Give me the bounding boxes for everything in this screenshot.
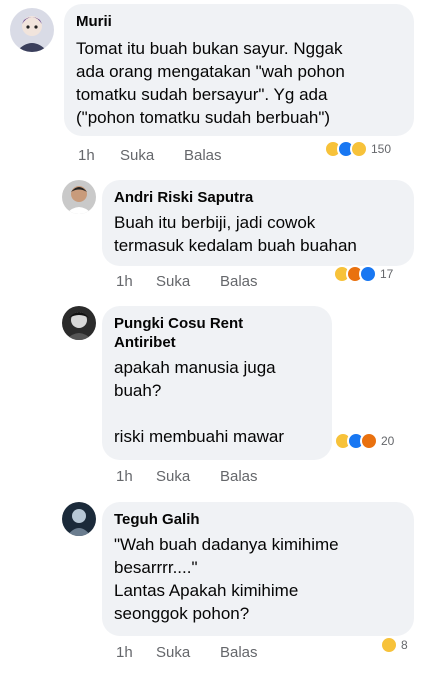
reaction-count: 17 — [380, 267, 394, 281]
comment-teguh: Teguh Galih "Wah buah dadanya kimihime b… — [0, 500, 431, 675]
comment-bubble: Andri Riski Saputra Buah itu berbiji, ja… — [102, 180, 414, 266]
comment-thread: Murii Tomat itu buah bukan sayur. Nggak … — [0, 0, 431, 675]
avatar-icon — [10, 8, 54, 52]
comment-text: Tomat itu buah bukan sayur. Nggak ada or… — [76, 39, 345, 127]
angry-reaction-icon — [360, 432, 378, 450]
avatar-icon — [62, 306, 96, 340]
like-button[interactable]: Suka — [120, 147, 184, 164]
comment-bubble: Teguh Galih "Wah buah dadanya kimihime b… — [102, 502, 414, 636]
reaction-count: 8 — [401, 638, 408, 652]
avatar[interactable] — [62, 180, 96, 214]
comment-author[interactable]: Teguh Galih — [114, 510, 402, 529]
comment-time[interactable]: 1h — [116, 273, 156, 290]
comment-bubble: Pungki Cosu Rent Antiribet apakah manusi… — [102, 306, 332, 460]
care-reaction-icon — [350, 140, 368, 158]
reaction-summary[interactable]: 17 — [333, 265, 393, 283]
comment-murii: Murii Tomat itu buah bukan sayur. Nggak … — [0, 0, 431, 170]
reply-button[interactable]: Balas — [184, 147, 222, 164]
comment-text: apakah manusia juga buah? riski membuahi… — [114, 358, 285, 446]
comment-actions: 1h Suka Balas — [116, 273, 258, 290]
reaction-count: 150 — [371, 142, 392, 156]
comment-actions: 1h Suka Balas — [116, 468, 258, 485]
reaction-count: 20 — [381, 434, 395, 448]
comment-text: Buah itu berbiji, jadi cowok termasuk ke… — [114, 213, 357, 255]
avatar-icon — [62, 502, 96, 536]
avatar[interactable] — [62, 306, 96, 340]
comment-time[interactable]: 1h — [116, 644, 156, 661]
reaction-summary[interactable]: 8 — [380, 636, 408, 654]
avatar[interactable] — [10, 8, 54, 52]
haha-reaction-icon — [380, 636, 398, 654]
comment-text: "Wah buah dadanya kimihime besarrrr...."… — [114, 535, 339, 623]
like-button[interactable]: Suka — [156, 273, 220, 290]
comment-author[interactable]: Murii — [76, 12, 402, 31]
avatar-icon — [62, 180, 96, 214]
comment-bubble: Murii Tomat itu buah bukan sayur. Nggak … — [64, 4, 414, 136]
comment-actions: 1h Suka Balas — [78, 147, 222, 164]
like-reaction-icon — [359, 265, 377, 283]
avatar[interactable] — [62, 502, 96, 536]
comment-author[interactable]: Pungki Cosu Rent Antiribet — [114, 314, 320, 352]
comment-time[interactable]: 1h — [78, 147, 120, 164]
reply-button[interactable]: Balas — [220, 644, 258, 661]
reaction-summary[interactable]: 20 — [334, 432, 394, 450]
like-button[interactable]: Suka — [156, 468, 220, 485]
comment-time[interactable]: 1h — [116, 468, 156, 485]
reply-button[interactable]: Balas — [220, 273, 258, 290]
comment-author[interactable]: Andri Riski Saputra — [114, 188, 402, 207]
reply-button[interactable]: Balas — [220, 468, 258, 485]
comment-actions: 1h Suka Balas — [116, 644, 258, 661]
comment-andri: Andri Riski Saputra Buah itu berbiji, ja… — [0, 170, 431, 300]
reaction-summary[interactable]: 150 — [324, 140, 391, 158]
like-button[interactable]: Suka — [156, 644, 220, 661]
comment-pungki: Pungki Cosu Rent Antiribet apakah manusi… — [0, 300, 431, 500]
